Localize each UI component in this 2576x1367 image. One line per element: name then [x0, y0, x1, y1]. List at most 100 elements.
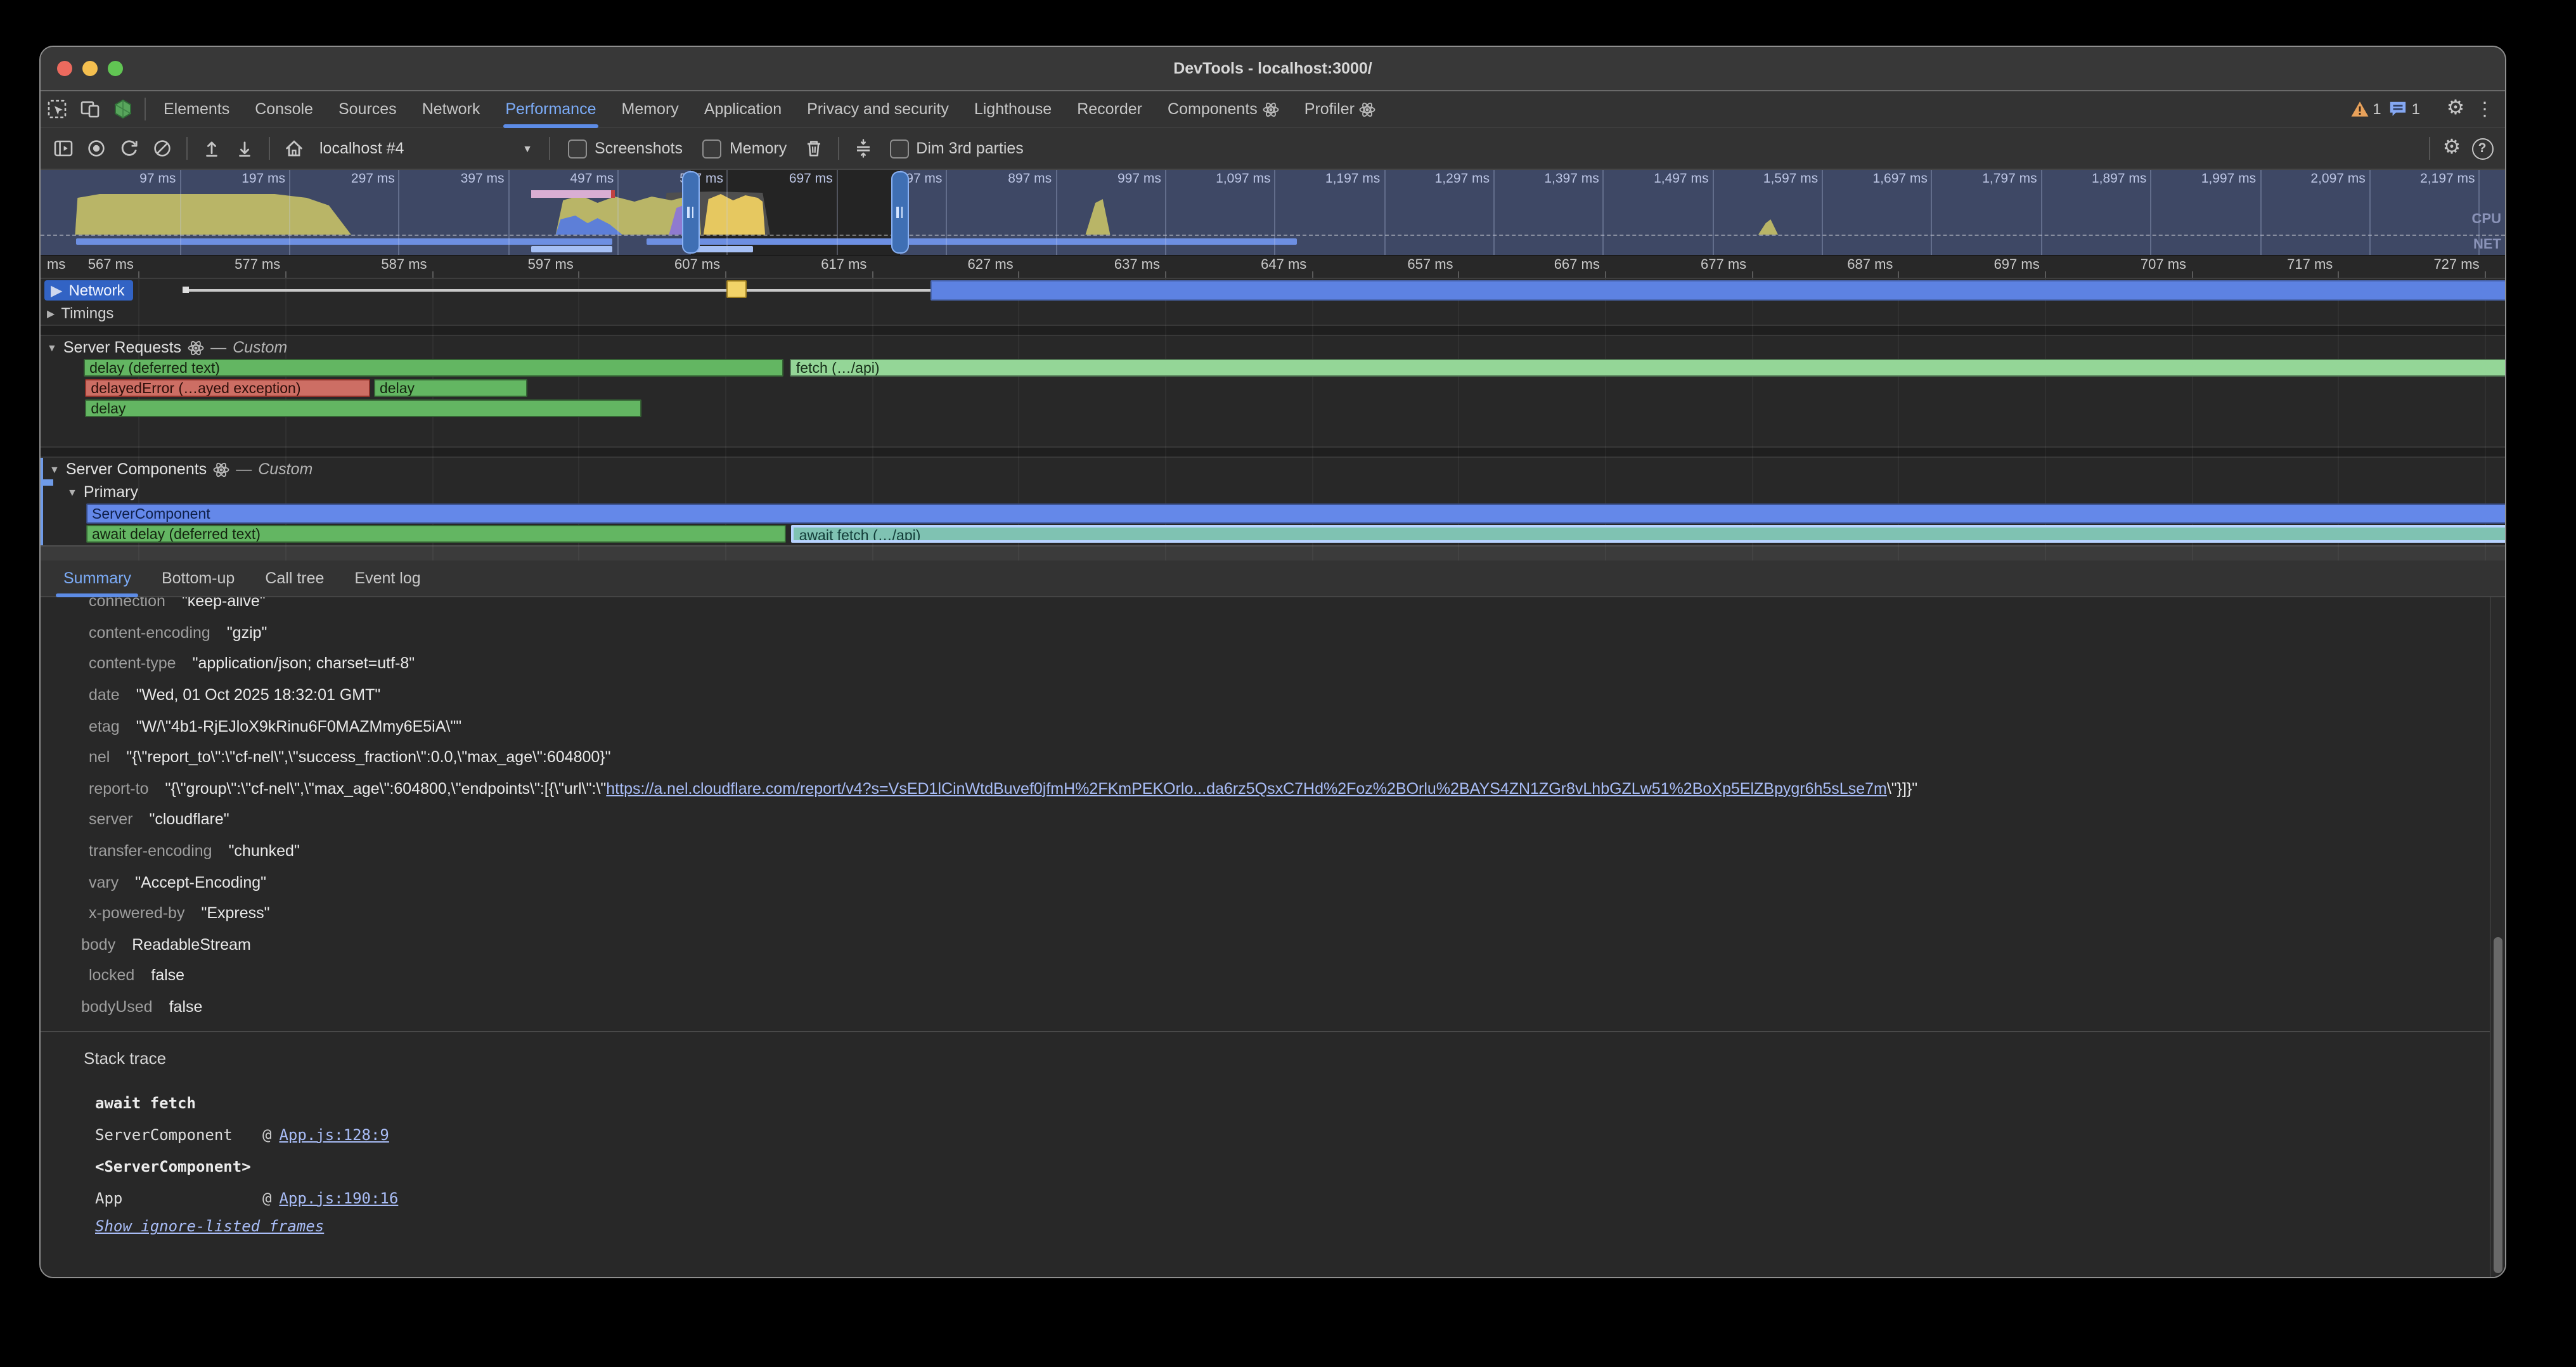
- divider: [145, 98, 146, 120]
- overview-time-label: 2,097 ms: [2310, 171, 2369, 186]
- panel-settings-gear-icon[interactable]: ⚙: [2437, 133, 2467, 164]
- show-ignore-listed-frames-link[interactable]: Show ignore-listed frames: [95, 1218, 324, 1236]
- source-location-link[interactable]: App.js:190:16: [279, 1189, 398, 1207]
- property-row: x-powered-by"Express": [41, 898, 2491, 929]
- memory-label: Memory: [730, 139, 787, 157]
- await-row: await delay (deferred text) await fetch (…: [43, 525, 2505, 545]
- timeline-event-bar[interactable]: [726, 280, 747, 298]
- tab-recorder[interactable]: Recorder: [1064, 91, 1155, 127]
- timeline-scrollbar-strip[interactable]: [41, 545, 2505, 560]
- tab-event-log[interactable]: Event log: [339, 560, 435, 596]
- ruler-tick-label: 687 ms: [1847, 257, 1898, 273]
- timeline-event-bar[interactable]: delay (deferred text): [83, 359, 784, 377]
- clear-icon[interactable]: [147, 133, 177, 164]
- expand-triangle-icon: ▶: [51, 282, 62, 299]
- collapse-triangle-icon: ▼: [47, 342, 57, 353]
- ruler-tick-label: 607 ms: [674, 257, 725, 273]
- atom-icon-slot: [213, 461, 229, 477]
- stack-trace-section: Stack trace await fetchServerComponent@A…: [41, 1032, 2491, 1238]
- timeline-event-bar[interactable]: delay: [373, 379, 527, 397]
- close-window-button[interactable]: [57, 61, 72, 76]
- load-profile-icon[interactable]: [196, 133, 227, 164]
- tab-console[interactable]: Console: [242, 91, 326, 127]
- inspect-element-icon[interactable]: [41, 91, 74, 127]
- screenshots-checkbox[interactable]: Screenshots: [568, 139, 683, 158]
- extension-node-icon[interactable]: [106, 91, 139, 127]
- more-options-kebab-icon[interactable]: ⋮: [2472, 98, 2497, 120]
- primary-subtrack-title: Primary: [84, 483, 138, 501]
- tab-performance[interactable]: Performance: [493, 91, 609, 127]
- property-row: content-type"application/json; charset=u…: [41, 648, 2491, 679]
- ruler-tick-label: 707 ms: [2141, 257, 2191, 273]
- report-to-url-link[interactable]: https://a.nel.cloudflare.com/report/v4?s…: [606, 780, 1887, 798]
- ruler-tick-label: 637 ms: [1114, 257, 1165, 273]
- atom-icon: [1263, 101, 1279, 117]
- timeline-event-bar[interactable]: ServerComponent: [86, 503, 2505, 524]
- help-icon[interactable]: ?: [2467, 133, 2497, 164]
- toggle-sidebar-icon[interactable]: [48, 133, 79, 164]
- tab-lighthouse[interactable]: Lighthouse: [962, 91, 1064, 127]
- atom-icon: [1360, 101, 1376, 117]
- selection-handle-left[interactable]: [682, 171, 700, 254]
- minimize-window-button[interactable]: [82, 61, 98, 76]
- timings-track[interactable]: ▶ Timings: [41, 302, 2505, 325]
- primary-subtrack-header[interactable]: ▼ Primary: [43, 481, 2505, 503]
- details-scrollbar[interactable]: [2490, 597, 2505, 1277]
- overview-time-label: 1,997 ms: [2201, 171, 2260, 186]
- record-and-reload-icon[interactable]: [114, 133, 145, 164]
- timeline-event-bar[interactable]: delay: [84, 399, 641, 417]
- source-location-link[interactable]: App.js:128:9: [279, 1126, 389, 1144]
- tab-sources[interactable]: Sources: [326, 91, 409, 127]
- tab-bottom-up[interactable]: Bottom-up: [146, 560, 250, 596]
- track-separator: [41, 325, 2505, 336]
- memory-checkbox[interactable]: Memory: [703, 139, 787, 158]
- track-accent-mark: [43, 479, 53, 486]
- zoom-window-button[interactable]: [108, 61, 123, 76]
- devtools-window: DevTools - localhost:3000/ ElementsConso…: [39, 46, 2506, 1278]
- overview-time-label: 897 ms: [1008, 171, 1055, 186]
- tab-network[interactable]: Network: [409, 91, 493, 127]
- server-requests-header[interactable]: ▼ Server Requests — Custom: [41, 336, 2505, 359]
- overview-time-label: 1,297 ms: [1435, 171, 1493, 186]
- settings-gear-icon[interactable]: ⚙: [2439, 99, 2472, 119]
- tab-summary[interactable]: Summary: [48, 560, 146, 596]
- record-icon[interactable]: [81, 133, 112, 164]
- history-dropdown[interactable]: localhost #4 ▼: [312, 139, 540, 157]
- property-row: vary"Accept-Encoding": [41, 867, 2491, 898]
- server-component-row: ServerComponent: [43, 503, 2505, 525]
- timeline-event-bar[interactable]: await fetch (…/api): [792, 525, 2505, 543]
- live-metrics-home-icon[interactable]: [279, 133, 309, 164]
- stack-frame: App@App.js:190:16: [41, 1182, 2491, 1214]
- property-row: content-encoding"gzip": [41, 617, 2491, 648]
- overview-time-label: 397 ms: [461, 171, 508, 186]
- tab-privacy-and-security[interactable]: Privacy and security: [794, 91, 962, 127]
- issues-message-icon[interactable]: [2389, 100, 2408, 118]
- network-track[interactable]: ▶ Network: [41, 279, 2505, 302]
- overview-time-label: 1,697 ms: [1873, 171, 1931, 186]
- timeline-event-bar[interactable]: fetch (…/api): [790, 359, 2505, 377]
- warning-icon[interactable]: [2350, 100, 2369, 118]
- tab-memory[interactable]: Memory: [609, 91, 692, 127]
- titlebar: DevTools - localhost:3000/: [41, 47, 2505, 91]
- tab-application[interactable]: Application: [692, 91, 794, 127]
- timeline-event-bar[interactable]: delayedError (…ayed exception): [84, 379, 370, 397]
- device-toolbar-icon[interactable]: [74, 91, 106, 127]
- timeline-overview[interactable]: 97 ms197 ms297 ms397 ms497 ms597 ms697 m…: [41, 170, 2505, 256]
- stack-frame: await fetch: [41, 1087, 2491, 1119]
- timeline-event-bar[interactable]: await delay (deferred text): [86, 525, 785, 543]
- collect-garbage-icon[interactable]: [798, 133, 828, 164]
- dim-3rd-parties-checkbox[interactable]: Dim 3rd parties: [889, 139, 1024, 158]
- tab-components[interactable]: Components: [1155, 91, 1292, 127]
- collapse-tracks-icon[interactable]: [847, 133, 878, 164]
- details-pane: connection"keep-alive"content-encoding"g…: [41, 597, 2505, 1277]
- tab-call-tree[interactable]: Call tree: [250, 560, 339, 596]
- selection-handle-right[interactable]: [891, 171, 909, 254]
- scrollbar-thumb[interactable]: [2494, 937, 2502, 1273]
- divider: [2429, 137, 2430, 160]
- timeline-event-bar[interactable]: [931, 280, 2505, 301]
- network-track-label[interactable]: ▶ Network: [44, 280, 134, 301]
- tab-elements[interactable]: Elements: [151, 91, 242, 127]
- tab-profiler[interactable]: Profiler: [1292, 91, 1389, 127]
- server-components-header[interactable]: ▼ Server Components — Custom: [43, 458, 2505, 481]
- save-profile-icon[interactable]: [229, 133, 260, 164]
